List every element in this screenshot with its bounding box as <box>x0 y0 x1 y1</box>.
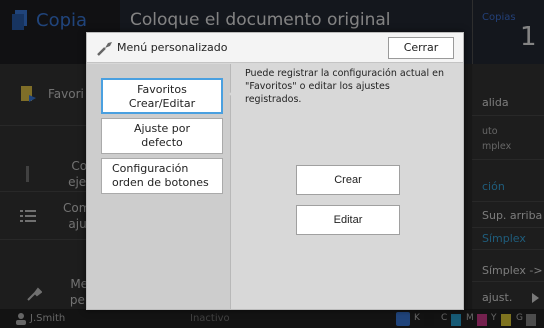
menu-item-button-order[interactable]: Configuración orden de botones <box>101 158 223 194</box>
custom-menu-dialog: Menú personalizado Cerrar Favoritos Crea… <box>86 32 464 310</box>
edit-button[interactable]: Editar <box>296 205 400 235</box>
create-button[interactable]: Crear <box>296 165 400 195</box>
dialog-description: Puede registrar la configuración actual … <box>245 68 445 105</box>
close-button[interactable]: Cerrar <box>388 37 454 59</box>
selection-pointer <box>229 87 237 101</box>
dialog-menu: Favoritos Crear/Editar Ajuste por defect… <box>87 64 231 309</box>
menu-item-favorites[interactable]: Favoritos Crear/Editar <box>101 78 223 114</box>
menu-item-default-settings[interactable]: Ajuste por defecto <box>101 118 223 154</box>
copy-screen: Copia Coloque el documento original Copi… <box>0 0 544 328</box>
dialog-header: Menú personalizado Cerrar <box>87 33 463 63</box>
dialog-title: Menú personalizado <box>117 41 228 54</box>
wrench-icon <box>97 42 112 56</box>
